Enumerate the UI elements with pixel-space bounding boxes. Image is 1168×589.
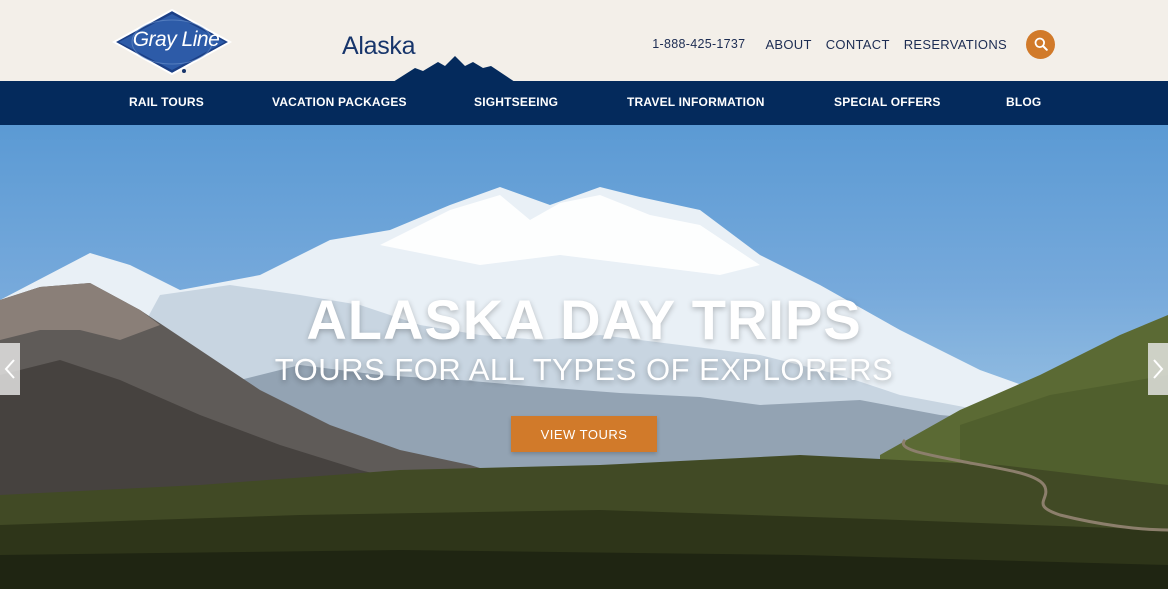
carousel-next-button[interactable] (1148, 343, 1168, 395)
search-icon (1034, 37, 1048, 51)
search-button[interactable] (1026, 29, 1055, 59)
hero-headline: ALASKA DAY TRIPS (306, 288, 862, 351)
main-nav: RAIL TOURS VACATION PACKAGES SIGHTSEEING… (0, 81, 1168, 125)
phone-link[interactable]: 1-888-425-1737 (652, 37, 745, 51)
chevron-right-icon (1153, 359, 1164, 379)
view-tours-button[interactable]: VIEW TOURS (511, 416, 657, 452)
nav-item-travel-information[interactable]: TRAVEL INFORMATION (627, 95, 765, 109)
about-link[interactable]: ABOUT (765, 37, 811, 52)
reservations-link[interactable]: RESERVATIONS (904, 37, 1007, 52)
utility-nav: 1-888-425-1737 ABOUT CONTACT RESERVATION… (652, 29, 1055, 59)
nav-item-special-offers[interactable]: SPECIAL OFFERS (834, 95, 941, 109)
nav-item-rail-tours[interactable]: RAIL TOURS (129, 95, 204, 109)
nav-item-sightseeing[interactable]: SIGHTSEEING (474, 95, 558, 109)
hero-subline: TOURS FOR ALL TYPES OF EXPLORERS (274, 352, 894, 387)
top-bar: Gray Line Alaska 1-888-425-1737 ABOUT CO… (0, 0, 1168, 82)
mountain-peak-icon (393, 56, 515, 82)
nav-item-blog[interactable]: BLOG (1006, 95, 1041, 109)
contact-link[interactable]: CONTACT (826, 37, 890, 52)
carousel-prev-button[interactable] (0, 343, 20, 395)
hero-banner: ALASKA DAY TRIPS TOURS FOR ALL TYPES OF … (0, 125, 1168, 589)
site-logo[interactable]: Gray Line Alaska (111, 8, 416, 76)
chevron-left-icon (4, 359, 15, 379)
nav-item-vacation-packages[interactable]: VACATION PACKAGES (272, 95, 407, 109)
logo-badge-text: Gray Line (132, 28, 220, 51)
